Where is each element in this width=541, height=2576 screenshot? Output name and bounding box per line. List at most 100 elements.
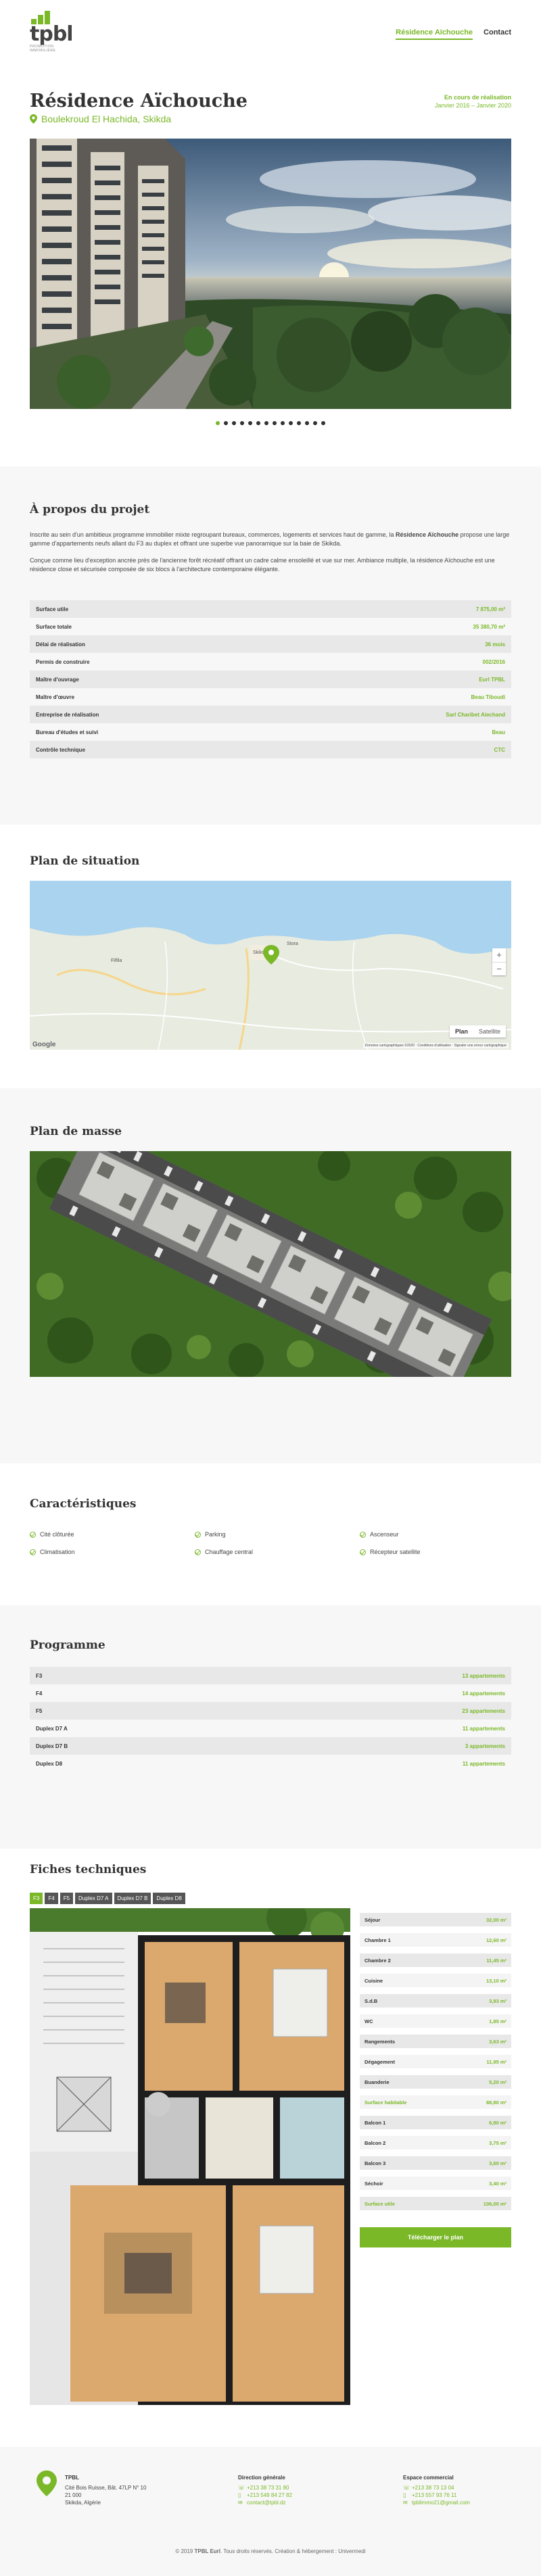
masse-title: Plan de masse [30,1125,122,1138]
map-type-plan[interactable]: Plan [450,1025,473,1038]
zoom-out-button[interactable]: − [492,962,506,975]
site-footer [0,2447,541,2576]
carousel-dot[interactable] [264,421,268,425]
table-row: WC 1,85 m² [360,2014,511,2028]
row-label: Délai de réalisation [36,641,85,648]
feature-item: Ascenseur [360,1531,399,1538]
masse-plan-image[interactable] [30,1151,511,1377]
carousel-dot[interactable] [321,421,325,425]
footer-phone[interactable]: ☏ +213 38 73 13 04 [403,2484,470,2492]
footer-mobile-value: +213 549 84 27 82 [247,2492,292,2498]
table-row: F4 14 appartements [30,1684,511,1702]
tab-fiche[interactable]: Duplex D8 [153,1893,185,1904]
row-label: Cuisine [364,1977,383,1984]
carousel-dot[interactable] [297,421,301,425]
footer-address: TPBL Cité Bois Ruisse, Bât. 47LP N° 10 2… [65,2474,146,2506]
footer-addr-line: Cité Bois Ruisse, Bât. 47LP N° 10 [65,2485,147,2491]
floor-plan-image[interactable] [30,1908,350,2405]
footer-phone-value: +213 38 73 31 80 [247,2485,289,2491]
tab-fiche[interactable]: F3 [30,1893,43,1904]
carousel-dot[interactable] [313,421,317,425]
row-value: 3,75 m² [489,2139,507,2146]
row-value: 13 appartements [462,1672,505,1679]
row-value: 7 875,00 m² [475,606,505,612]
copyright: © 2019 TPBL Eurl. Tous droits réservés. … [0,2548,541,2554]
carousel-dot[interactable] [289,421,293,425]
footer-direction-title: Direction générale [238,2475,285,2481]
row-label: Séjour [364,1916,381,1923]
mail-icon: ✉ [403,2500,408,2506]
table-row: Maître d'ouvrage Eurl TPBL [30,671,511,688]
nav-link-contact[interactable]: Contact [484,28,511,40]
table-row: Buanderie 5,20 m² [360,2075,511,2089]
carousel-dot[interactable] [224,421,228,425]
row-value: 35 380,70 m² [473,623,505,630]
google-logo: Google [32,1041,56,1048]
row-value: Beau [492,729,505,735]
footer-mobile-value: +213 557 93 76 11 [412,2492,457,2498]
row-value: 88,80 m² [486,2099,507,2106]
logo[interactable]: tpbl PROMOTION IMMOBILIÈRE [30,9,74,53]
hero-image[interactable] [30,139,511,409]
feature-item: Parking [195,1531,226,1538]
feature-label: Récepteur satellite [370,1549,421,1555]
map-attribution[interactable]: Données cartographiques ©2020 · Conditio… [362,1043,509,1048]
row-label: Balcon 3 [364,2160,386,2166]
table-row: Chambre 2 11,45 m² [360,1953,511,1967]
carousel-dot[interactable] [273,421,277,425]
table-row: Duplex D8 11 appartements [30,1755,511,1772]
table-row: Entreprise de réalisation Sarl Charibet A… [30,706,511,723]
carousel-dot[interactable] [305,421,309,425]
check-circle-icon [30,1549,36,1555]
copyright-text-c: . Tous droits réservés. Création & héber… [220,2548,366,2554]
check-circle-icon [195,1531,201,1538]
carousel-dot[interactable] [256,421,260,425]
situation-map[interactable]: Skikda Filfila Stora + − Plan Satellite … [30,881,511,1050]
project-status: En cours de réalisation Janvier 2016 – J… [435,93,511,110]
carousel-dot[interactable] [248,421,252,425]
row-value: 11,45 m² [486,1957,507,1964]
footer-email[interactable]: ✉ tpblimmo21@gmail.com [403,2499,470,2506]
row-label: Contrôle technique [36,746,85,753]
row-label: Duplex D8 [36,1760,63,1767]
footer-phone[interactable]: ☏ +213 38 73 31 80 [238,2484,292,2492]
row-label: Bureau d'études et suivi [36,729,99,735]
row-value: 3,63 m² [489,2038,507,2045]
tab-fiche[interactable]: Duplex D7 B [114,1893,151,1904]
row-value: 11 appartements [462,1725,505,1732]
footer-mobile[interactable]: ▯ +213 549 84 27 82 [238,2492,292,2499]
row-value: 002/2016 [482,658,505,665]
zoom-in-button[interactable]: + [492,948,506,962]
row-value: Sarl Charibet Aiechand [446,711,505,718]
carousel-dot[interactable] [232,421,236,425]
row-value: 14 appartements [462,1690,505,1697]
map-type-satellite[interactable]: Satellite [473,1025,506,1038]
phone-icon: ☏ [403,2485,410,2491]
row-label: Balcon 2 [364,2139,386,2146]
row-label: Surface habitable [364,2099,407,2106]
feature-label: Climatisation [40,1549,75,1555]
row-value: 5,20 m² [489,2079,507,2085]
footer-phone-value: +213 38 73 13 04 [412,2485,454,2491]
table-row: Permis de construire 002/2016 [30,653,511,671]
check-circle-icon [360,1549,366,1555]
tab-fiche[interactable]: F4 [45,1893,58,1904]
tab-fiche[interactable]: Duplex D7 A [75,1893,112,1904]
carousel-dots [0,421,541,425]
footer-mobile[interactable]: ▯ +213 557 93 76 11 [403,2492,470,2499]
row-value: 106,00 m² [483,2200,507,2207]
nav-link-residence[interactable]: Résidence Aïchouche [396,28,473,40]
row-label: Duplex D7 B [36,1743,68,1749]
carousel-dot[interactable] [281,421,285,425]
row-label: S.d.B [364,1997,378,2004]
carousel-dot[interactable] [216,421,220,425]
copyright-company: TPBL Eurl [194,2548,221,2554]
check-circle-icon [195,1549,201,1555]
carousel-dot[interactable] [240,421,244,425]
feature-label: Chauffage central [205,1549,253,1555]
footer-email[interactable]: ✉ contact@tpbl.dz [238,2499,292,2506]
tab-fiche[interactable]: F5 [60,1893,74,1904]
row-value: Eurl TPBL [479,676,505,683]
download-plan-button[interactable]: Télécharger le plan [360,2227,511,2247]
table-row: Séchoir 3,40 m² [360,2177,511,2190]
